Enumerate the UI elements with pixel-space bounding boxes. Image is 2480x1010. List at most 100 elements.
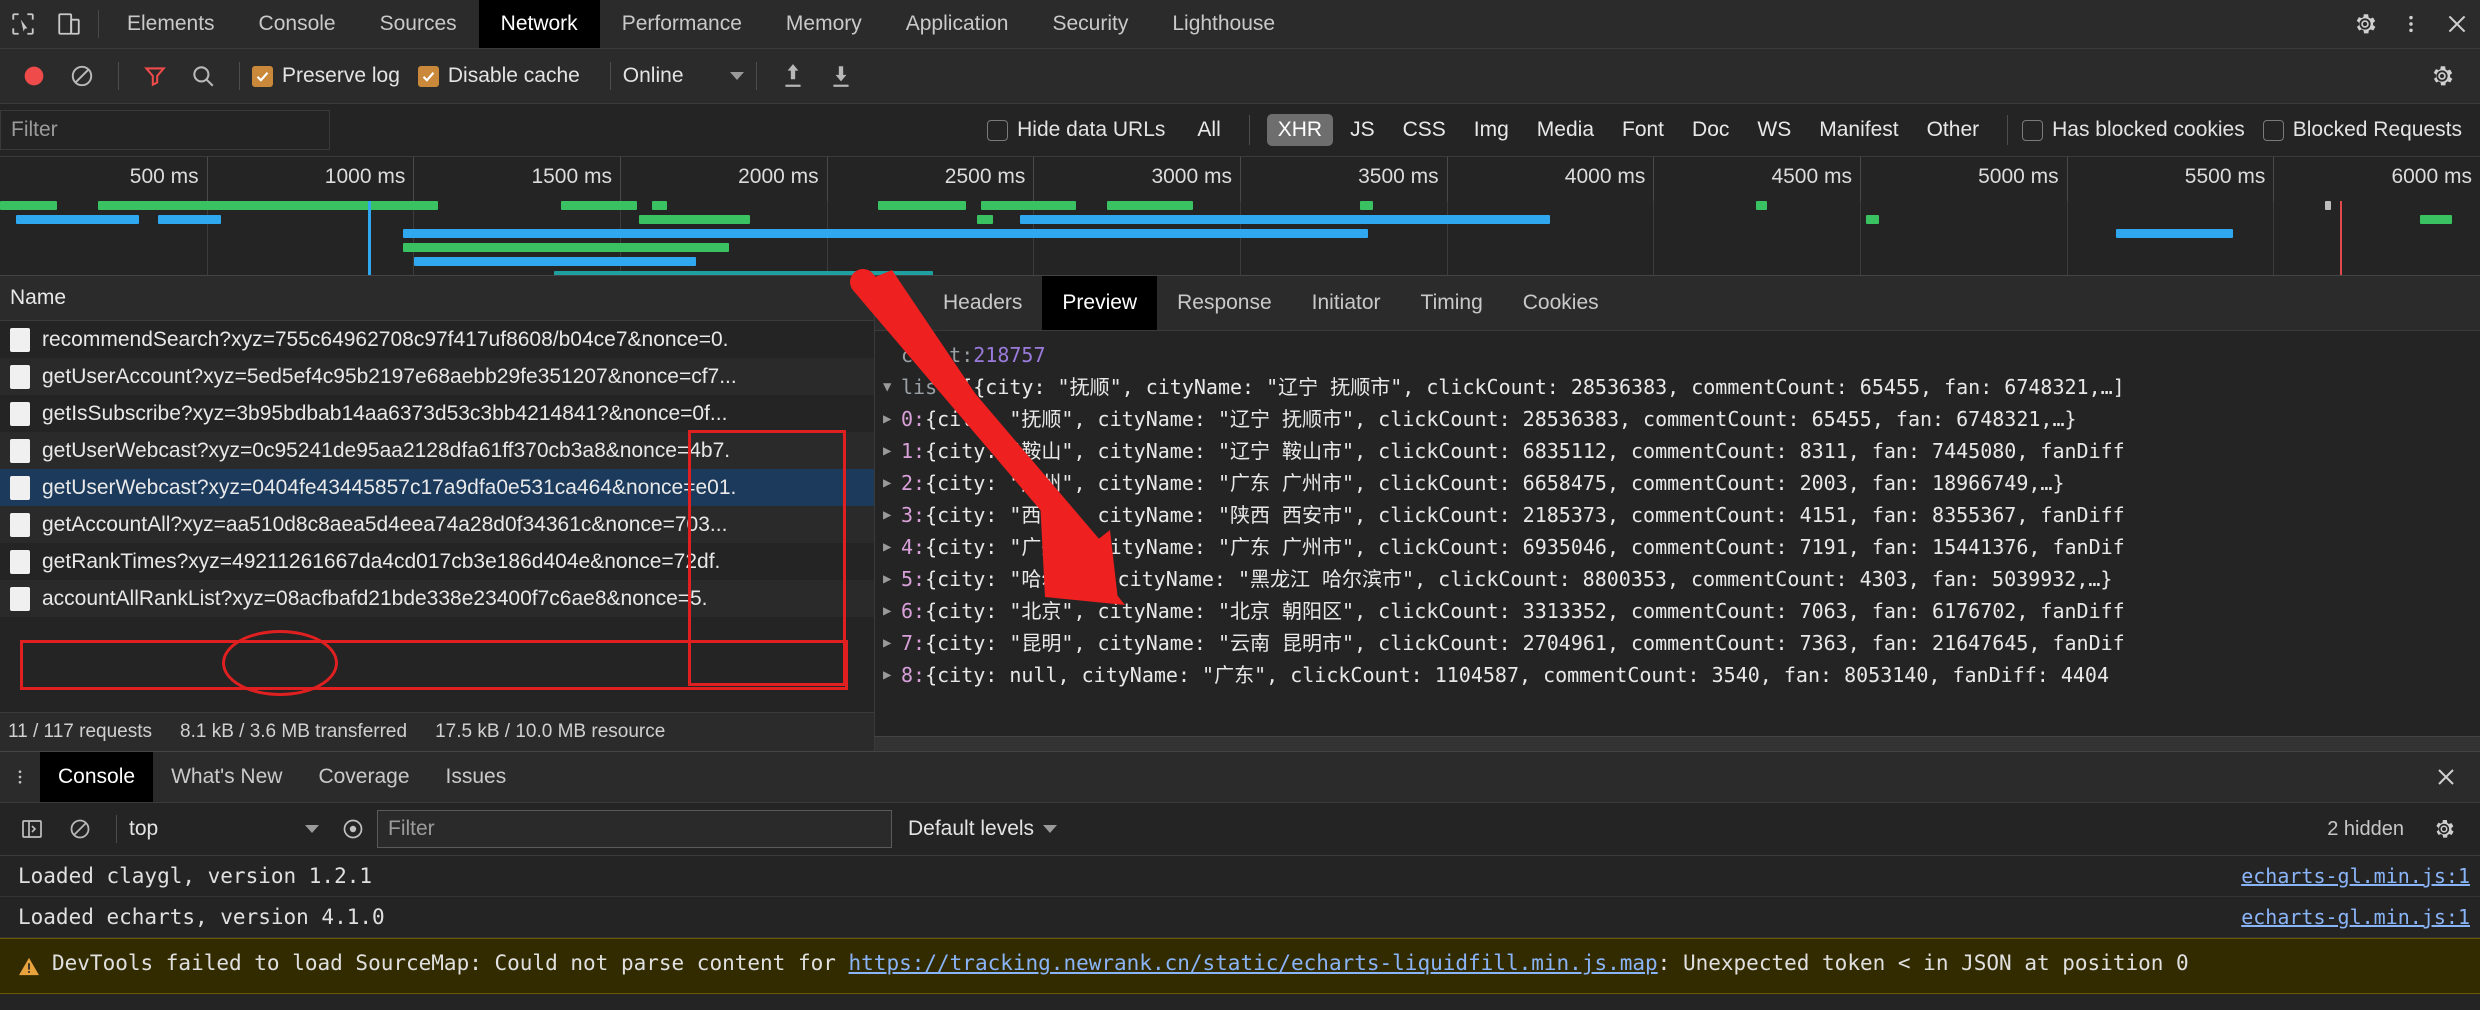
tab-network[interactable]: Network [478, 0, 600, 48]
tab-performance[interactable]: Performance [600, 0, 764, 48]
console-settings-gear-icon[interactable] [2420, 805, 2468, 853]
blocked-requests-checkbox[interactable]: Blocked Requests [2262, 118, 2462, 142]
tab-memory[interactable]: Memory [764, 0, 884, 48]
preview-json-line[interactable]: ▶ 1: {city: "鞍山", cityName: "辽宁 鞍山市", cli… [875, 435, 2480, 467]
type-filter-doc[interactable]: Doc [1681, 114, 1740, 146]
disable-cache-checkbox[interactable]: Disable cache [417, 64, 580, 88]
type-filter-media[interactable]: Media [1526, 114, 1605, 146]
preview-json-line[interactable]: ▶ 6: {city: "北京", cityName: "北京 朝阳区", cli… [875, 595, 2480, 627]
expand-triangle-icon[interactable]: ▶ [883, 499, 901, 531]
preview-json-line[interactable]: ▶ 3: {city: "西安", cityName: "陕西 西安市", cli… [875, 499, 2480, 531]
network-settings-gear-icon[interactable] [2418, 52, 2466, 100]
type-filter-font[interactable]: Font [1611, 114, 1675, 146]
drawer-more-icon[interactable] [0, 752, 40, 802]
detail-tab-initiator[interactable]: Initiator [1292, 276, 1401, 330]
search-input[interactable]: Filter [0, 110, 330, 150]
gear-icon[interactable] [2342, 0, 2388, 48]
more-vertical-icon[interactable] [2388, 0, 2434, 48]
clear-console-icon[interactable] [56, 805, 104, 853]
tab-sources[interactable]: Sources [358, 0, 479, 48]
detail-tab-headers[interactable]: Headers [923, 276, 1042, 330]
console-message-link[interactable]: https://tracking.newrank.cn/static/echar… [849, 951, 1658, 975]
expand-triangle-icon[interactable]: ▶ [883, 595, 901, 627]
filter-funnel-icon[interactable] [131, 52, 179, 100]
expand-triangle-icon[interactable]: ▼ [883, 371, 901, 403]
drawer-tab-issues[interactable]: Issues [428, 752, 525, 802]
request-row[interactable]: getIsSubscribe?xyz=3b95bdbab14aa6373d53c… [0, 395, 874, 432]
request-row[interactable]: accountAllRankList?xyz=08acfbafd21bde338… [0, 580, 874, 617]
drawer-tab-coverage[interactable]: Coverage [300, 752, 427, 802]
device-toolbar-icon[interactable] [46, 0, 92, 48]
preview-json-line[interactable]: ▶ 0: {city: "抚顺", cityName: "辽宁 抚顺市", cli… [875, 403, 2480, 435]
console-message[interactable]: Loaded echarts, version 4.1.0 echarts-gl.… [0, 897, 2480, 938]
has-blocked-cookies-checkbox[interactable]: Has blocked cookies [2022, 118, 2245, 142]
request-row[interactable]: getAccountAll?xyz=aa510d8c8aea5d4eea74a2… [0, 506, 874, 543]
detail-close-icon[interactable] [875, 276, 923, 330]
detail-tab-timing[interactable]: Timing [1401, 276, 1503, 330]
type-filter-manifest[interactable]: Manifest [1808, 114, 1909, 146]
tab-lighthouse[interactable]: Lighthouse [1150, 0, 1297, 48]
preview-json-line[interactable]: ▶ 5: {city: "哈尔滨", cityName: "黑龙江 哈尔滨市", … [875, 563, 2480, 595]
tab-application[interactable]: Application [884, 0, 1031, 48]
type-filter-all[interactable]: All [1186, 114, 1231, 146]
type-filter-js[interactable]: JS [1339, 114, 1386, 146]
type-filter-ws[interactable]: WS [1746, 114, 1802, 146]
expand-triangle-icon[interactable]: ▶ [883, 531, 901, 563]
console-sidebar-icon[interactable] [8, 805, 56, 853]
column-header-name[interactable]: Name [0, 286, 66, 310]
console-message-list[interactable]: Loaded claygl, version 1.2.1 echarts-gl.m… [0, 856, 2480, 1010]
expand-triangle-icon[interactable]: ▶ [883, 467, 901, 499]
expand-triangle-icon[interactable]: ▶ [883, 435, 901, 467]
request-row[interactable]: recommendSearch?xyz=755c64962708c97f417u… [0, 321, 874, 358]
expand-triangle-icon[interactable]: ▶ [883, 659, 901, 691]
export-har-icon[interactable] [817, 52, 865, 100]
preview-json-line[interactable]: ▶ 8: {city: null, cityName: "广东", clickCo… [875, 659, 2480, 691]
request-row[interactable]: getUserWebcast?xyz=0c95241de95aa2128dfa6… [0, 432, 874, 469]
console-message[interactable]: Loaded claygl, version 1.2.1 echarts-gl.m… [0, 856, 2480, 897]
console-message-source-link[interactable]: echarts-gl.min.js:1 [2221, 864, 2470, 888]
throttling-select[interactable]: Online [623, 64, 744, 88]
console-message[interactable]: DevTools failed to load SourceMap: Could… [0, 938, 2480, 994]
expand-triangle-icon[interactable]: ▶ [883, 563, 901, 595]
drawer-close-icon[interactable] [2426, 765, 2466, 789]
search-icon[interactable] [179, 52, 227, 100]
preserve-log-checkbox[interactable]: Preserve log [252, 64, 400, 88]
detail-tab-cookies[interactable]: Cookies [1503, 276, 1619, 330]
type-filter-img[interactable]: Img [1463, 114, 1520, 146]
import-har-icon[interactable] [769, 52, 817, 100]
console-message-source-link[interactable]: echarts-gl.min.js:1 [2221, 905, 2470, 929]
close-icon[interactable] [2434, 0, 2480, 48]
record-button-icon[interactable] [10, 52, 58, 100]
expand-triangle-icon[interactable]: ▶ [883, 403, 901, 435]
inspect-element-icon[interactable] [0, 0, 46, 48]
console-context-selector[interactable]: top [129, 817, 329, 841]
network-overview-timeline[interactable]: 500 ms 1000 ms 1500 ms 2000 ms 2500 ms 3000 m… [0, 157, 2480, 276]
expand-triangle-icon[interactable]: ▶ [883, 627, 901, 659]
expand-triangle-icon[interactable]: ▶ [883, 339, 901, 371]
drawer-tab-console[interactable]: Console [40, 752, 154, 802]
console-filter-input[interactable]: Filter [377, 810, 892, 848]
request-list[interactable]: recommendSearch?xyz=755c64962708c97f417u… [0, 321, 874, 712]
tab-elements[interactable]: Elements [105, 0, 237, 48]
type-filter-other[interactable]: Other [1916, 114, 1991, 146]
preview-json-line[interactable]: ▶ 2: {city: "广州", cityName: "广东 广州市", cli… [875, 467, 2480, 499]
detail-tab-preview[interactable]: Preview [1042, 276, 1158, 330]
preview-horizontal-scrollbar[interactable] [875, 736, 2480, 751]
type-filter-css[interactable]: CSS [1392, 114, 1457, 146]
preview-json-line[interactable]: ▶count: 218757 [875, 339, 2480, 371]
live-expression-icon[interactable] [329, 805, 377, 853]
request-row[interactable]: getUserWebcast?xyz=0404fe43445857c17a9df… [0, 469, 874, 506]
preview-json-tree[interactable]: ▶count: 218757▼list: [{city: "抚顺", cityN… [875, 331, 2480, 736]
type-filter-xhr[interactable]: XHR [1266, 114, 1334, 146]
console-levels-select[interactable]: Default levels [908, 817, 1058, 841]
detail-tab-response[interactable]: Response [1157, 276, 1292, 330]
hide-data-urls-checkbox[interactable]: Hide data URLs [987, 118, 1165, 142]
preview-json-line[interactable]: ▶ 4: {city: "广州", cityName: "广东 广州市", cli… [875, 531, 2480, 563]
request-row[interactable]: getRankTimes?xyz=49211261667da4cd017cb3e… [0, 543, 874, 580]
drawer-tab-whats-new[interactable]: What's New [153, 752, 300, 802]
tab-console[interactable]: Console [237, 0, 358, 48]
request-row[interactable]: getUserAccount?xyz=5ed5ef4c95b2197e68aeb… [0, 358, 874, 395]
tab-security[interactable]: Security [1030, 0, 1150, 48]
preview-json-line[interactable]: ▼ list: [{city: "抚顺", cityName: "辽宁 抚顺市",… [875, 371, 2480, 403]
clear-icon[interactable] [58, 52, 106, 100]
